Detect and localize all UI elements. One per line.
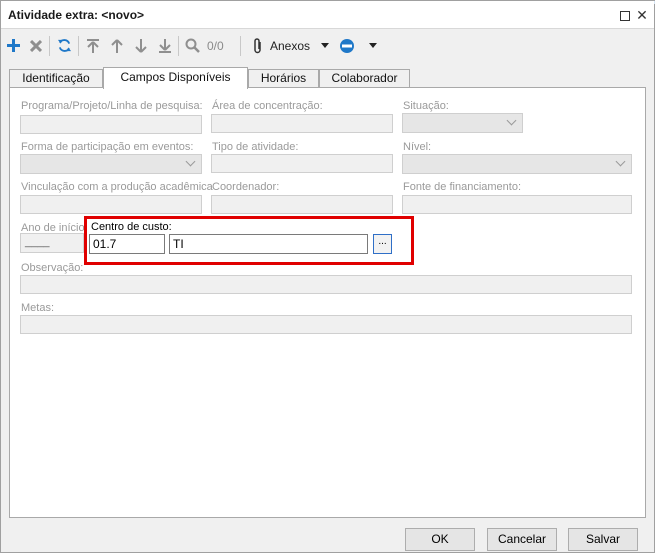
centro-custo-label: Centro de custo:: [91, 221, 172, 233]
centro-custo-name-input[interactable]: [169, 234, 368, 254]
forma-label: Forma de participação em eventos:: [21, 141, 194, 153]
observacao-label: Observação:: [21, 262, 84, 274]
tab-campos-disponiveis[interactable]: Campos Disponíveis: [103, 67, 248, 89]
situacao-select[interactable]: [402, 113, 523, 133]
record-count: 0/0: [207, 39, 224, 53]
chevron-down-icon: [615, 156, 626, 167]
chevron-down-icon: [185, 156, 196, 167]
paperclip-icon[interactable]: [250, 37, 264, 54]
toolbar: 0/0 Anexos: [1, 30, 654, 60]
vinculacao-label: Vinculação com a produção acadêmica: [21, 181, 213, 193]
vinculacao-field[interactable]: [20, 195, 202, 214]
metas-field[interactable]: [20, 315, 632, 334]
title-bar: Atividade extra: <novo> ✕: [1, 1, 654, 29]
tab-identificacao[interactable]: Identificação: [9, 69, 103, 88]
nivel-label: Nível:: [403, 141, 432, 153]
anexos-button[interactable]: Anexos: [270, 39, 310, 53]
search-icon[interactable]: [184, 37, 200, 54]
nivel-select[interactable]: [402, 154, 632, 174]
tab-colaborador[interactable]: Colaborador: [319, 69, 410, 88]
last-icon[interactable]: [158, 37, 172, 54]
situacao-label: Situação:: [403, 100, 449, 112]
fonte-label: Fonte de financiamento:: [403, 181, 522, 193]
toolbar-separator: [178, 36, 179, 56]
programa-label: Programa/Projeto/Linha de pesquisa:: [21, 100, 203, 112]
coordenador-label: Coordenador:: [212, 181, 280, 193]
dialog-window: Atividade extra: <novo> ✕ 0/0 Anexos Ide…: [0, 0, 655, 553]
delete-icon[interactable]: [29, 37, 43, 54]
toolbar-separator: [78, 36, 79, 56]
ok-button[interactable]: OK: [405, 528, 475, 551]
fonte-field[interactable]: [402, 195, 632, 214]
cancel-icon[interactable]: [339, 37, 355, 54]
close-button[interactable]: ✕: [635, 8, 649, 22]
programa-field[interactable]: [20, 115, 202, 134]
centro-custo-code-input[interactable]: [89, 234, 165, 254]
chevron-down-icon: [506, 115, 517, 126]
tab-horarios[interactable]: Horários: [248, 69, 319, 88]
tab-strip: Identificação Campos Disponíveis Horário…: [1, 67, 654, 89]
centro-custo-lookup-button[interactable]: ...: [373, 234, 392, 254]
plus-icon[interactable]: [6, 37, 20, 54]
ano-field[interactable]: ____: [20, 233, 84, 253]
tipo-field[interactable]: [211, 154, 393, 173]
maximize-button[interactable]: [617, 8, 631, 22]
refresh-icon[interactable]: [56, 37, 72, 54]
toolbar-separator: [240, 36, 241, 56]
tipo-label: Tipo de atividade:: [212, 141, 299, 153]
area-label: Área de concentração:: [212, 100, 323, 112]
metas-label: Metas:: [21, 302, 55, 314]
observacao-field[interactable]: [20, 275, 632, 294]
toolbar-separator: [49, 36, 50, 56]
down-icon[interactable]: [134, 37, 148, 54]
forma-select[interactable]: [20, 154, 202, 174]
area-field[interactable]: [211, 114, 393, 133]
more-dropdown-icon[interactable]: [369, 43, 377, 48]
up-icon[interactable]: [110, 37, 124, 54]
first-icon[interactable]: [86, 37, 100, 54]
coordenador-field[interactable]: [211, 195, 393, 214]
cancel-button[interactable]: Cancelar: [487, 528, 557, 551]
save-button[interactable]: Salvar: [568, 528, 638, 551]
window-title: Atividade extra: <novo>: [8, 8, 145, 22]
anexos-dropdown-icon[interactable]: [321, 43, 329, 48]
